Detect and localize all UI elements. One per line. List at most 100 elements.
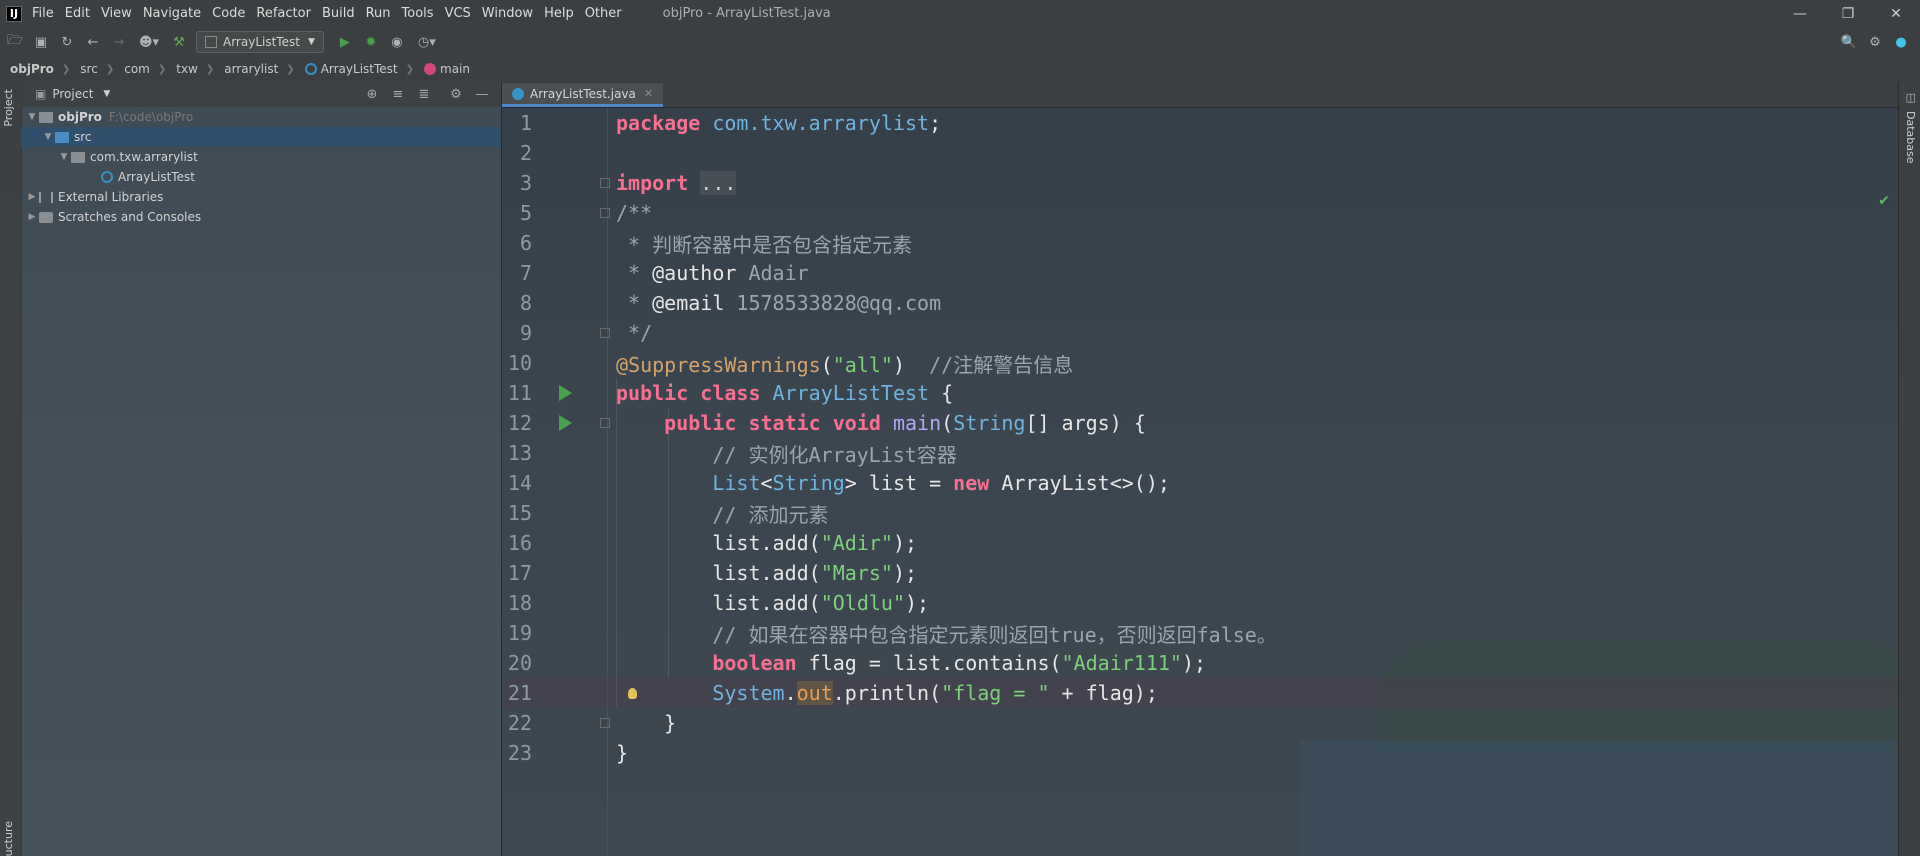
fold-icon[interactable] — [600, 328, 610, 338]
save-icon[interactable]: ▣ — [30, 31, 52, 53]
back-arrow-icon[interactable]: ← — [82, 31, 104, 53]
tree-label: Scratches and Consoles — [58, 210, 202, 224]
code-line: 6 * 判断容器中是否包含指定元素 — [502, 228, 1920, 258]
gear-icon[interactable]: ⚙ — [1864, 31, 1886, 53]
menu-run[interactable]: Run — [366, 6, 391, 21]
line-number: 1 — [519, 111, 532, 135]
hide-panel-icon[interactable]: — — [469, 87, 495, 102]
project-panel-title[interactable]: Project — [52, 87, 93, 101]
code-line: 3 import ... — [502, 168, 1920, 198]
code-text: List<String> list = new ArrayList<>(); — [712, 471, 1170, 495]
tree-item-src[interactable]: ▼ src — [21, 127, 501, 147]
tree-item-scratches[interactable]: ▶ Scratches and Consoles — [21, 207, 501, 227]
run-gutter-icon[interactable] — [557, 385, 573, 401]
editor-tab-bar: ArrayListTest.java ✕ ⋮ — [502, 81, 1920, 108]
breadcrumb-class[interactable]: ArrayListTest — [304, 62, 398, 76]
inspection-ok-icon[interactable]: ✔ — [1878, 193, 1890, 209]
menu-edit[interactable]: Edit — [65, 6, 90, 21]
breadcrumb-separator-icon: ❯ — [405, 63, 415, 75]
code-text: * 判断容器中是否包含指定元素 — [616, 232, 913, 257]
restore-icon[interactable]: ❐ — [1824, 0, 1872, 27]
debug-bug-icon[interactable]: ✹ — [360, 31, 382, 53]
code-line: 17 list.add("Mars"); — [502, 558, 1920, 588]
code-text: list.add("Oldlu"); — [712, 591, 930, 615]
chevron-down-icon[interactable]: ▼ — [25, 112, 39, 122]
menu-other[interactable]: Other — [585, 6, 622, 21]
fold-icon[interactable] — [600, 718, 610, 728]
run-icon[interactable]: ▶ — [334, 31, 356, 53]
tree-item-objpro[interactable]: ▼ objPro F:\code\objPro — [21, 107, 501, 127]
menu-help[interactable]: Help — [544, 6, 574, 21]
code-text: * @author Adair — [616, 261, 809, 285]
chevron-down-icon[interactable]: ▼ — [57, 152, 71, 162]
code-text: } — [616, 741, 629, 765]
breadcrumb-separator-icon: ❯ — [286, 63, 295, 75]
code-text: // 如果在容器中包含指定元素则返回true，否则返回false。 — [712, 622, 1277, 647]
code-text: /** — [616, 201, 653, 225]
run-configuration-select[interactable]: ArrayListTest ▼ — [196, 31, 324, 53]
menu-navigate[interactable]: Navigate — [143, 6, 201, 21]
sync-icon[interactable]: ↻ — [56, 31, 78, 53]
profile-dropdown-icon[interactable]: ◷▾ — [412, 31, 442, 53]
code-line: 8 * @email 1578533828@qq.com — [502, 288, 1920, 318]
menu-tools[interactable]: Tools — [402, 6, 434, 21]
project-tool-button[interactable]: Project — [2, 89, 15, 127]
chevron-down-icon[interactable]: ▼ — [103, 89, 110, 99]
menu-code[interactable]: Code — [212, 6, 245, 21]
line-number: 2 — [519, 141, 532, 165]
user-dropdown-icon[interactable]: ☻▾ — [134, 31, 164, 53]
forward-arrow-icon[interactable]: → — [108, 31, 130, 53]
breadcrumb-com[interactable]: com — [124, 62, 150, 76]
code-text: // 实例化ArrayList容器 — [712, 442, 957, 467]
fold-icon[interactable] — [600, 418, 610, 428]
breadcrumb-arrarylist[interactable]: arrarylist — [224, 62, 278, 76]
code-line-current: 21 System.out.println("flag = " + flag); — [502, 678, 1920, 708]
breadcrumb-objpro[interactable]: objPro — [10, 62, 54, 76]
gear-icon[interactable]: ⚙ — [443, 87, 469, 102]
open-folder-icon[interactable]: 🗁 — [4, 31, 26, 53]
tab-arraylisttest-java[interactable]: ArrayListTest.java ✕ — [502, 83, 664, 107]
menu-build[interactable]: Build — [322, 6, 355, 21]
code-text: @SuppressWarnings("all") //注解警告信息 — [616, 352, 1074, 377]
breadcrumb-src[interactable]: src — [80, 62, 98, 76]
structure-tool-button[interactable]: ucture — [2, 821, 15, 856]
code-line: 23 } — [502, 738, 1920, 768]
code-line: 22 } — [502, 708, 1920, 738]
code-line: 18 list.add("Oldlu"); — [502, 588, 1920, 618]
module-folder-icon — [39, 111, 53, 123]
menu-file[interactable]: File — [32, 6, 54, 21]
minimize-icon[interactable]: — — [1776, 0, 1824, 27]
run-gutter-icon[interactable] — [557, 415, 573, 431]
tree-item-package[interactable]: ▼ com.txw.arrarylist — [21, 147, 501, 167]
locate-icon[interactable]: ⊕ — [359, 87, 385, 102]
menu-refactor[interactable]: Refactor — [256, 6, 311, 21]
run-config-icon — [205, 36, 217, 48]
database-tool-button[interactable]: Database — [1904, 111, 1917, 164]
tree-path: F:\code\objPro — [108, 110, 194, 124]
collapse-all-icon[interactable]: ≣ — [411, 87, 437, 102]
close-window-icon[interactable]: ✕ — [1872, 0, 1920, 27]
menu-view[interactable]: View — [101, 6, 132, 21]
menu-vcs[interactable]: VCS — [445, 6, 471, 21]
search-icon[interactable]: 🔍 — [1838, 31, 1860, 53]
breadcrumb-method[interactable]: main — [424, 62, 470, 76]
code-line: 1 package com.txw.arrarylist; — [502, 108, 1920, 138]
chevron-right-icon[interactable]: ▶ — [25, 192, 39, 202]
build-hammer-icon[interactable]: ⚒ — [168, 31, 190, 53]
tree-item-arraylisttest[interactable]: ArrayListTest — [21, 167, 501, 187]
chevron-right-icon[interactable]: ▶ — [25, 212, 39, 222]
code-line: 15 // 添加元素 — [502, 498, 1920, 528]
chevron-down-icon[interactable]: ▼ — [41, 132, 55, 142]
expand-all-icon[interactable]: ≡ — [385, 87, 411, 102]
code-line: 16 list.add("Adir"); — [502, 528, 1920, 558]
breadcrumb-txw[interactable]: txw — [176, 62, 198, 76]
tree-item-external-libraries[interactable]: ▶ External Libraries — [21, 187, 501, 207]
code-area[interactable]: 1 package com.txw.arrarylist; 2 3 import… — [502, 108, 1920, 856]
fold-icon[interactable] — [600, 178, 610, 188]
code-line: 11 public class ArrayListTest { — [502, 378, 1920, 408]
coverage-icon[interactable]: ◉ — [386, 31, 408, 53]
menu-window[interactable]: Window — [482, 6, 533, 21]
fold-icon[interactable] — [600, 208, 610, 218]
close-icon[interactable]: ✕ — [644, 87, 653, 100]
jetbrains-logo-icon[interactable]: ● — [1890, 31, 1912, 53]
